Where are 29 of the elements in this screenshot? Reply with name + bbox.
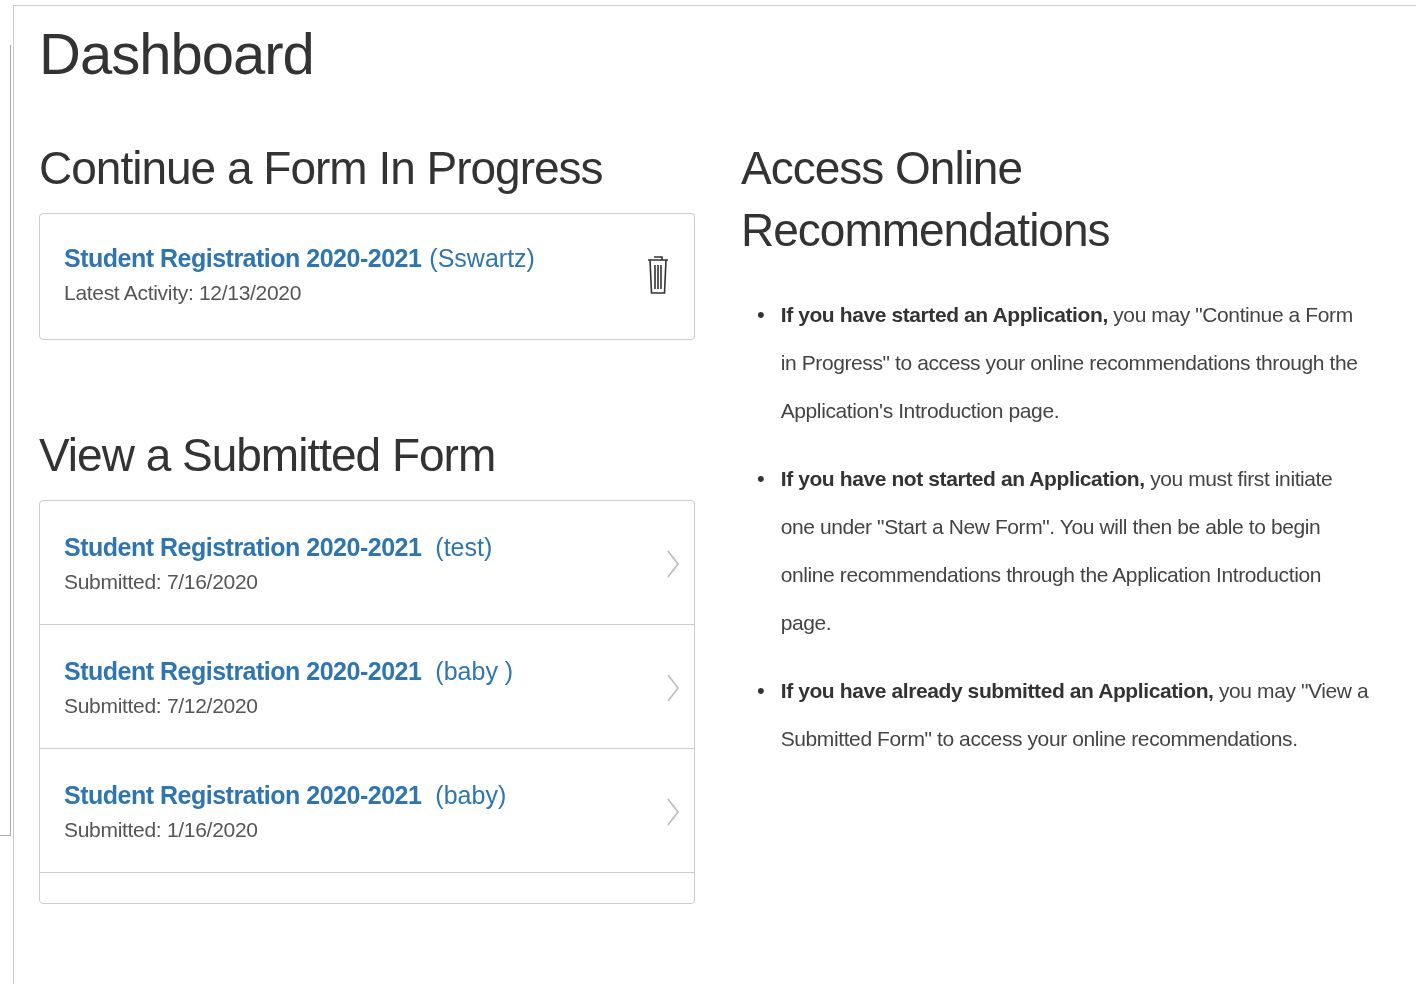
bullet-marker: • <box>757 301 765 329</box>
submitted-date: Submitted: 7/16/2020 <box>64 570 258 594</box>
submitted-date: Submitted: 7/12/2020 <box>64 694 258 718</box>
info-paragraph: If you have started an Application, you may "Continue a Form in Progress" to access your online recommendations through the Application's Introduction page. <box>780 302 1359 424</box>
form-link[interactable]: Student Registration 2020-2021 <box>64 244 422 273</box>
activity-date: Latest Activity: 12/13/2020 <box>64 281 302 305</box>
section-heading: Access Online Recommendations <box>741 141 1111 258</box>
trash-icon[interactable] <box>646 253 670 296</box>
page-title: Dashboard <box>39 20 314 87</box>
form-tag: (test) <box>435 533 493 562</box>
info-paragraph: If you have already submitted an Application, you may "View a Submitted Form" to access your online recommendations. <box>780 678 1370 752</box>
form-row[interactable]: Student Registration 2020-2021 (baby) Submitted: 1/16/2020 <box>40 749 694 873</box>
section-heading: Continue a Form In Progress <box>39 141 603 196</box>
info-paragraph: If you have not started an Application, you must first initiate one under "Start a New Form". You will then be able to begin online recommendations through the Application Introduction page. <box>780 466 1334 636</box>
bullet-marker: • <box>757 465 765 493</box>
chevron-right-icon <box>666 548 680 579</box>
form-link[interactable]: Student Registration 2020-2021 <box>64 533 422 562</box>
form-link[interactable]: Student Registration 2020-2021 <box>64 781 422 810</box>
form-row[interactable]: Student Registration 2020-2021 (test) Submitted: 7/16/2020 <box>40 501 694 625</box>
form-tag: (Sswartz) <box>429 244 535 273</box>
submitted-date: Submitted: 1/16/2020 <box>64 818 258 842</box>
bullet-marker: • <box>757 677 765 705</box>
chevron-right-icon <box>666 796 680 827</box>
form-row[interactable]: Student Registration 2020-2021 (baby ) Submitted: 7/12/2020 <box>40 625 694 749</box>
chevron-right-icon <box>666 672 680 703</box>
form-tag: (baby ) <box>435 657 514 686</box>
form-link[interactable]: Student Registration 2020-2021 <box>64 657 422 686</box>
section-heading: View a Submitted Form <box>39 428 496 483</box>
form-tag: (baby) <box>435 781 507 810</box>
